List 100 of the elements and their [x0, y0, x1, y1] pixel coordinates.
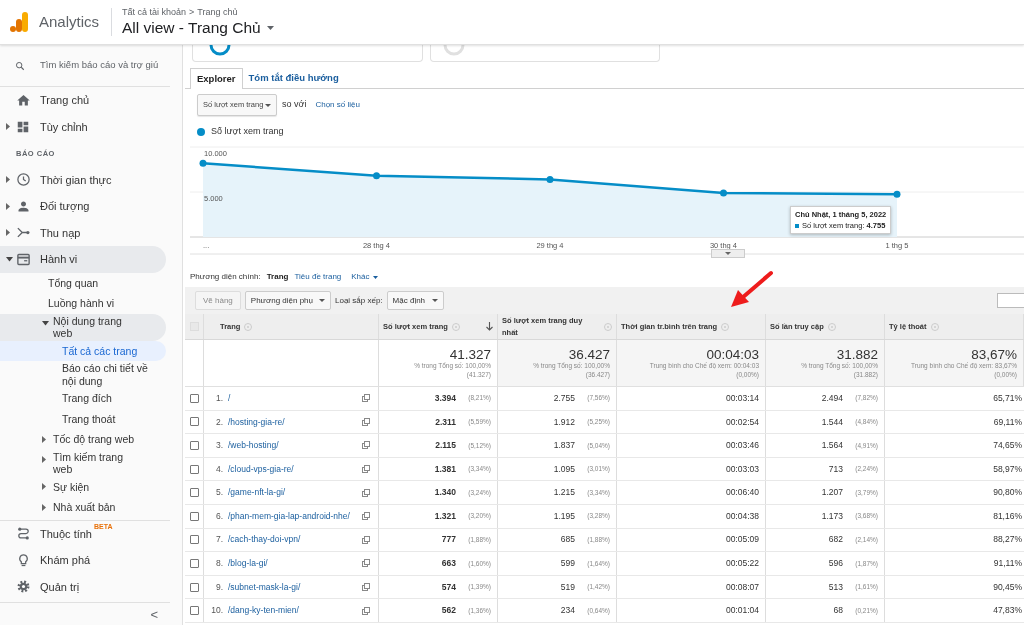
nav-item[interactable]: Tổng quan: [0, 272, 166, 293]
row-number: 4.: [214, 462, 223, 476]
filter-field[interactable]: [997, 293, 1024, 308]
page-link[interactable]: /subnet-mask-la-gi/: [228, 580, 301, 594]
page-link[interactable]: /web-hosting/: [228, 439, 279, 452]
search-field[interactable]: Tìm kiếm báo cáo và trợ giú: [40, 58, 170, 73]
home-icon: [16, 92, 31, 108]
row-number: 1.: [214, 391, 223, 405]
page-link[interactable]: /game-nft-la-gi/: [228, 486, 286, 500]
open-in-new-icon: [362, 394, 370, 403]
nav-item[interactable]: Thu nạp: [0, 219, 166, 246]
caret-icon: [42, 456, 46, 464]
row-number: 5.: [214, 486, 223, 500]
nav-item[interactable]: Tùy chỉnh: [0, 113, 166, 140]
nav-item[interactable]: Tốc độ trang web: [0, 429, 166, 450]
row-number: 8.: [214, 557, 223, 570]
sort-type-dropdown[interactable]: Mặc định: [386, 291, 445, 310]
tab[interactable]: Explorer: [190, 68, 243, 89]
pointer-arrow: [731, 271, 773, 307]
nav-item[interactable]: Báo cáo chi tiết về nội dung: [0, 361, 166, 388]
choose-metric-link[interactable]: Chọn số liệu: [315, 99, 360, 111]
row-checkbox[interactable]: [189, 488, 199, 498]
dropdown-caret-icon: [265, 103, 271, 107]
chart-expand-handle[interactable]: [711, 249, 745, 258]
nav-item[interactable]: Trang chủ: [0, 87, 166, 114]
ring-icon: [209, 45, 231, 56]
metric-value: 1.912: [553, 415, 575, 429]
metric-value: 713: [828, 462, 843, 476]
breadcrumb-link[interactable]: Tất cả tài khoản: [122, 6, 187, 18]
nav-item[interactable]: Nhà xuất bản: [0, 497, 166, 518]
nav-item[interactable]: Luồng hành vi: [0, 293, 166, 314]
table-cell: 00:03:46: [617, 434, 766, 457]
row-checkbox[interactable]: [189, 535, 199, 545]
page-link[interactable]: /blog-la-gi/: [228, 557, 268, 570]
row-checkbox[interactable]: [189, 606, 199, 616]
view-selector[interactable]: All view - Trang Chủ: [122, 18, 274, 38]
page-link[interactable]: /cach-thay-doi-vpn/: [228, 533, 301, 547]
row-checkbox[interactable]: [189, 393, 199, 403]
row-number: 6.: [214, 509, 223, 523]
data-point: [199, 159, 207, 167]
table-cell-text: 90,45%: [992, 580, 1023, 594]
dropdown-caret-icon: [319, 299, 325, 302]
nav-item[interactable]: Thời gian thực: [0, 166, 166, 193]
row-checkbox[interactable]: [189, 417, 199, 427]
nav-item[interactable]: Trang đích: [0, 388, 166, 409]
open-in-new-icon: [362, 512, 370, 521]
page-link[interactable]: /dang-ky-ten-mien/: [228, 604, 299, 617]
dimension-option[interactable]: Khác: [351, 271, 378, 283]
table-cell: 00:03:03: [617, 457, 766, 481]
metric-value: 596: [828, 557, 843, 570]
nav-item[interactable]: Nội dung trang web: [0, 313, 166, 341]
product-name: Analytics: [39, 11, 100, 32]
row-checkbox[interactable]: [189, 558, 199, 568]
route-icon: [16, 526, 31, 542]
caret-icon: [42, 435, 46, 443]
row-checkbox[interactable]: [189, 441, 199, 450]
nav-item[interactable]: Đối tượng: [0, 193, 166, 220]
browser-window-icon: [16, 251, 31, 267]
dimension-label: Phương diện chính:: [190, 271, 261, 283]
metric-value: 777: [441, 533, 456, 547]
collapse-button[interactable]: <: [148, 607, 160, 623]
row-number: 7.: [214, 533, 223, 547]
nav-item[interactable]: Sự kiện: [0, 476, 166, 497]
sort-label: Loại sắp xếp:: [335, 294, 383, 307]
page-link[interactable]: /phan-mem-gia-lap-android-nhe/: [228, 509, 350, 523]
row-checkbox[interactable]: [189, 464, 199, 474]
nav-item[interactable]: Quản trị: [0, 573, 166, 600]
settings-icon: [16, 579, 31, 595]
dropdown-caret-icon: [432, 299, 439, 302]
table-cell: 00:04:38: [617, 504, 766, 528]
row-number: 3.: [214, 439, 223, 452]
help-icon: [827, 322, 836, 331]
row-checkbox[interactable]: [189, 582, 199, 592]
nav-item[interactable]: Trang thoát: [0, 408, 166, 429]
total-value: 31.882: [836, 347, 878, 362]
table-cell-text: 81,16%: [992, 509, 1023, 523]
metric-value: 574: [441, 580, 456, 594]
data-point: [373, 172, 380, 180]
table-cell-text: 91,11%: [992, 557, 1023, 571]
help-icon: [244, 322, 253, 331]
nav-item[interactable]: Tất cả các trang: [0, 340, 166, 361]
table-cell-text: 90,80%: [992, 486, 1023, 500]
total-value: 00:04:03: [706, 347, 759, 362]
page-link[interactable]: /cloud-vps-gia-re/: [228, 462, 294, 476]
nav-item[interactable]: Khám phá: [0, 547, 166, 574]
tab[interactable]: Tóm tắt điều hướng: [242, 68, 345, 88]
metric-value: 1.215: [553, 486, 575, 500]
metric-value: 1.173: [821, 509, 843, 523]
nav-item[interactable]: Hành vi: [0, 246, 166, 273]
caret-icon: [6, 123, 10, 131]
page-link[interactable]: /: [228, 391, 231, 405]
dimension-option[interactable]: Trang: [266, 271, 289, 283]
metric-value: 1.544: [821, 415, 843, 429]
dimension-option[interactable]: Tiêu đề trang: [294, 271, 342, 283]
breadcrumb-link[interactable]: Trang chủ: [197, 6, 238, 18]
nav-item[interactable]: Tìm kiếm trang web: [0, 449, 166, 477]
row-checkbox[interactable]: [189, 511, 199, 521]
page-link[interactable]: /hosting-gia-re/: [228, 415, 285, 429]
secondary-dimension-dropdown[interactable]: Phương diện phụ: [244, 291, 331, 310]
metric-value: 68: [833, 604, 843, 617]
